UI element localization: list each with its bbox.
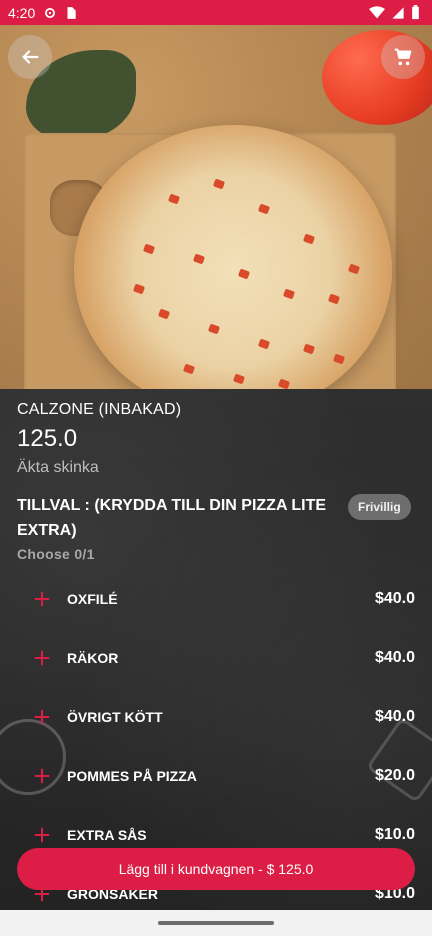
status-time: 4:20	[8, 4, 36, 21]
product-name: CALZONE (INBAKAD)	[17, 401, 182, 418]
add-to-cart-button[interactable]: Lägg till i kundvagnen - $ 125.0	[17, 848, 415, 890]
option-label: RÄKOR	[67, 649, 119, 666]
back-button[interactable]	[8, 35, 52, 79]
option-price: $40.0	[374, 648, 415, 666]
battery-icon	[412, 5, 419, 20]
option-label: POMMES PÅ PIZZA	[67, 767, 197, 784]
product-details: CALZONE (INBAKAD) 125.0 Äkta skinka TILL…	[0, 389, 432, 910]
list-item[interactable]: RÄKOR $40.0	[0, 628, 432, 687]
plus-icon[interactable]	[33, 649, 51, 667]
home-gesture-handle[interactable]	[158, 921, 274, 925]
plus-icon[interactable]	[33, 767, 51, 785]
product-price: 125.0	[17, 425, 78, 452]
option-label: EXTRA SÅS	[67, 826, 147, 843]
cart-button[interactable]	[381, 35, 425, 79]
list-item[interactable]: POMMES PÅ PIZZA $20.0	[0, 746, 432, 805]
sim-card-icon	[67, 6, 76, 19]
extras-title: TILLVAL : (KRYDDA TILL DIN PIZZA LITE EX…	[17, 497, 327, 539]
system-nav-bar	[0, 910, 432, 936]
plus-icon[interactable]	[33, 708, 51, 726]
option-price: $20.0	[374, 766, 415, 784]
plus-icon[interactable]	[33, 826, 51, 844]
shopping-cart-icon	[394, 48, 412, 66]
option-price: $10.0	[374, 825, 415, 843]
signal-icon	[392, 6, 404, 19]
arrow-left-icon	[22, 50, 39, 64]
list-item[interactable]: OXFILÉ $40.0	[0, 569, 432, 628]
settings-gear-icon	[45, 7, 56, 18]
product-description: Äkta skinka	[17, 459, 99, 476]
option-price: $40.0	[374, 707, 415, 725]
option-label: ÖVRIGT KÖTT	[67, 708, 163, 725]
plus-icon[interactable]	[33, 590, 51, 608]
status-bar: 4:20	[0, 0, 432, 25]
option-price: $40.0	[374, 589, 415, 607]
choose-counter: Choose 0/1	[17, 546, 95, 562]
list-item[interactable]: ÖVRIGT KÖTT $40.0	[0, 687, 432, 746]
option-label: OXFILÉ	[67, 590, 118, 607]
optional-badge: Frivillig	[348, 494, 411, 520]
wifi-icon	[369, 5, 385, 18]
product-image	[0, 25, 432, 389]
